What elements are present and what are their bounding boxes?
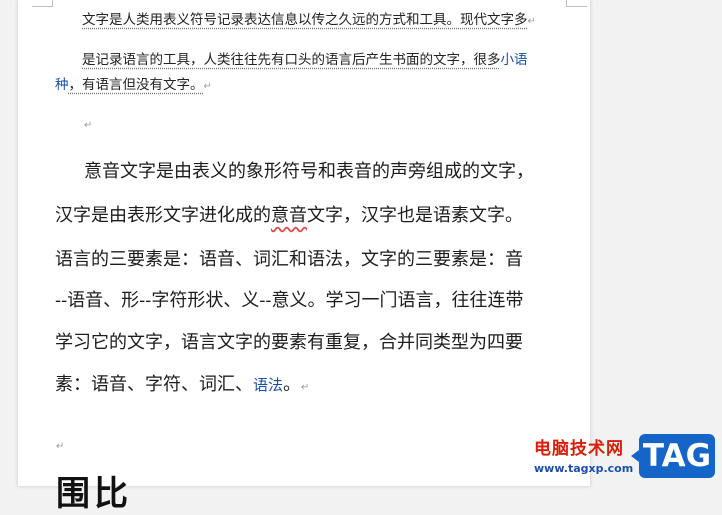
document-page[interactable]: 文字是人类用表义符号记录表达信息以传之久远的方式和工具。现代文字多↵ 是记录语言… [18,0,590,514]
paragraph-3-text: 素：语音、字符、词汇、 [55,374,253,395]
watermark-tag-text: TAG [642,438,712,474]
paragraph-3-text: 。 [283,374,302,395]
paragraph-1-line-1[interactable]: 文字是人类用表义符号记录表达信息以传之久远的方式和工具。现代文字多↵ [82,8,582,34]
link-minor-language-cont[interactable]: 种 [55,77,69,93]
paragraph-3-line-1[interactable]: 意音文字是由表义的象形符号和表音的声旁组成的文字， [84,157,584,183]
paragraph-2-text-cont: ，有语言但没有文字。 [68,77,204,93]
empty-paragraph-mark: ↵ [56,441,65,452]
paragraph-3-line-3[interactable]: 语言的三要素是：语音、词汇和语法，文字的三要素是：音 [55,245,555,271]
paragraph-2-text: 是记录语言的工具，人类往往先有口头的语言后产生书面的文字，很多 [82,52,501,68]
paragraph-3-text: 文字，汉字也是语素文字。 [307,205,523,226]
paragraph-3-line-6[interactable]: 素：语音、字符、词汇、语法。↵ [55,370,555,396]
paragraph-3-line-2[interactable]: 汉字是由表形文字进化成的意音文字，汉字也是语素文字。 [55,201,555,227]
link-minor-language[interactable]: 小语 [501,52,528,68]
paragraph-3-line-4[interactable]: --语音、形--字符形状、义--意义。学习一门语言，往往连带 [55,286,555,312]
return-mark: ↵ [301,382,310,393]
empty-paragraph-mark: ↵ [84,120,93,131]
paragraph-2-line-2[interactable]: 种，有语言但没有文字。↵ [55,73,555,99]
crop-mark-top-left [32,0,53,7]
spellcheck-flagged-word[interactable]: 意音 [271,205,307,226]
watermark-tag-logo: TAG [631,434,715,478]
return-mark: ↵ [527,16,536,27]
watermark-site-name: 电脑技术网 [534,439,624,459]
paragraph-3-text: 汉字是由表形文字进化成的 [55,205,271,226]
return-mark: ↵ [203,81,212,92]
crop-mark-top-right [566,0,587,7]
paragraph-3-line-5[interactable]: 学习它的文字，语言文字的要素有重复，合并同类型为四要 [55,328,555,354]
heading-partial[interactable]: 围比 [56,466,132,515]
link-grammar[interactable]: 语法 [253,376,283,394]
watermark-url: www.tagxp.com [534,462,634,475]
paragraph-2-line-1[interactable]: 是记录语言的工具，人类往往先有口头的语言后产生书面的文字，很多小语 [82,48,582,73]
paragraph-1-text: 文字是人类用表义符号记录表达信息以传之久远的方式和工具。现代文字多 [82,12,528,28]
